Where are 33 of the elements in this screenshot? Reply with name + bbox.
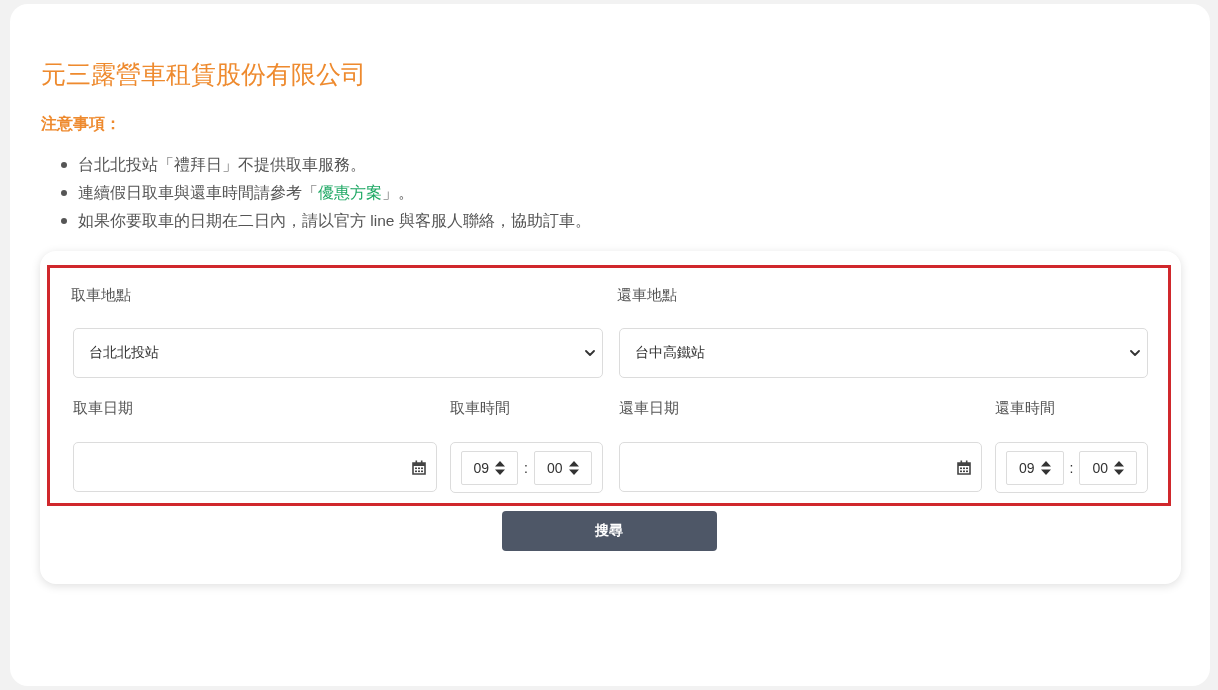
calendar-icon	[957, 459, 971, 475]
up-down-arrows-icon	[568, 460, 579, 475]
bullet-icon	[61, 218, 67, 224]
up-down-arrows-icon	[1114, 460, 1124, 475]
field-label: 取車日期	[73, 398, 134, 418]
notice-text: 連續假日取車與還車時間請參考「優惠方案」。	[78, 183, 414, 203]
time-separator: :	[523, 459, 529, 476]
up-down-arrows-icon	[1040, 460, 1051, 475]
chevron-down-icon	[584, 350, 595, 356]
field-label: 還車日期	[618, 398, 680, 418]
time-separator: :	[1068, 459, 1075, 476]
hour-spinner[interactable]: 09	[460, 450, 519, 485]
notice-heading: 注意事項：	[41, 114, 122, 134]
date-field[interactable]	[618, 442, 982, 492]
notice-text: 台北北投站「禮拜日」不提供取車服務。	[78, 155, 366, 175]
chevron-down-icon	[1130, 350, 1140, 356]
bullet-icon	[61, 162, 67, 168]
minute-spinner[interactable]: 00	[1079, 450, 1137, 485]
date-field[interactable]	[73, 442, 437, 492]
location-select[interactable]: 台北北投站	[73, 328, 603, 378]
bullet-icon	[61, 190, 67, 196]
hour-spinner[interactable]: 09	[1006, 450, 1064, 485]
field-label: 取車地點	[71, 285, 132, 305]
minute-spinner[interactable]: 00	[533, 450, 592, 485]
field-label: 取車時間	[449, 398, 511, 418]
field-label: 還車地點	[616, 285, 678, 305]
location-select[interactable]: 台中高鐵站	[618, 328, 1148, 378]
up-down-arrows-icon	[495, 460, 506, 475]
field-label: 還車時間	[995, 398, 1056, 418]
notice-text: 如果你要取車的日期在二日內，請以官方 line 與客服人聯絡，協助訂車。	[78, 211, 591, 231]
search-button[interactable]: 搜尋	[501, 511, 717, 551]
company-title: 元三露營車租賃股份有限公司	[41, 60, 367, 90]
calendar-icon	[411, 459, 426, 475]
